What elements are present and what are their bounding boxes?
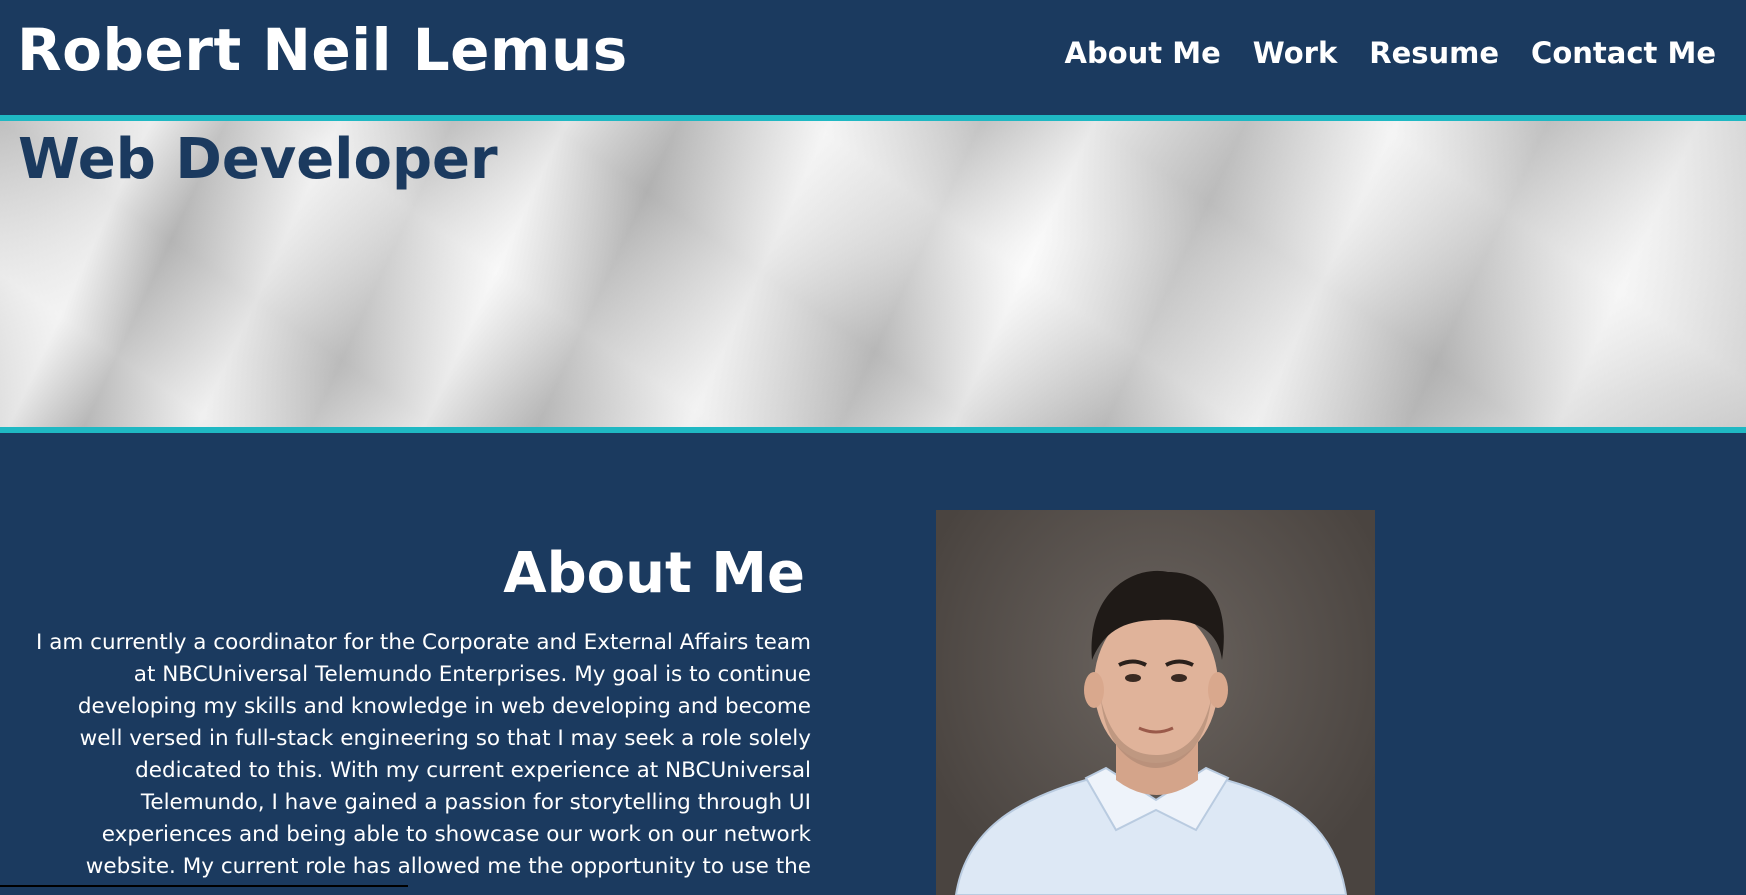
nav-link-work[interactable]: Work [1253,36,1337,70]
nav-link-contact-me[interactable]: Contact Me [1531,36,1716,70]
profile-photo-illustration [954,570,1348,895]
hero-banner: Web Developer [0,121,1746,433]
main-nav: About Me Work Resume Contact Me [1065,36,1717,70]
about-section: About Me I am currently a coordinator fo… [0,433,1746,895]
site-header: Robert Neil Lemus About Me Work Resume C… [0,0,1746,121]
site-title[interactable]: Robert Neil Lemus [17,16,628,84]
hero-subtitle: Web Developer [18,127,498,192]
about-body-text: I am currently a coordinator for the Cor… [36,630,811,879]
profile-photo [936,510,1375,895]
nav-link-about-me[interactable]: About Me [1065,36,1221,70]
nav-link-resume[interactable]: Resume [1369,36,1499,70]
about-heading: About Me [503,541,805,606]
